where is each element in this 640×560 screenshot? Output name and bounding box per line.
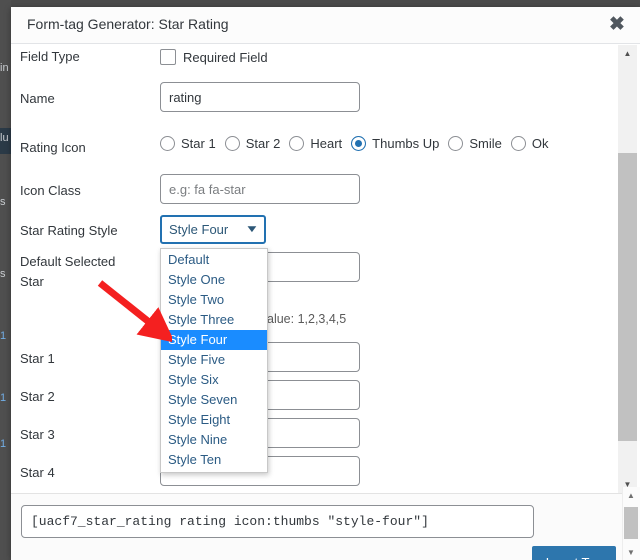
style-option-style-one[interactable]: Style One bbox=[161, 270, 267, 290]
star-rating-style-listbox[interactable]: Default Style One Style Two Style Three Styl… bbox=[160, 248, 268, 473]
admin-menu-text-fragment: 1 bbox=[0, 330, 7, 342]
page-scroll-up-arrow-icon[interactable]: ▲ bbox=[623, 487, 639, 503]
rating-icon-radio-label: Ok bbox=[531, 136, 549, 151]
rating-icon-radio-label: Star 2 bbox=[245, 136, 281, 151]
rating-icon-radio-star-1[interactable]: Star 1 bbox=[160, 136, 216, 151]
star-rating-style-select[interactable]: Style Four ▼ bbox=[160, 215, 266, 244]
page-title: Form-tag Generator: Star Rating bbox=[27, 16, 229, 32]
default-selected-star-label-line2: Star bbox=[20, 274, 44, 289]
required-field-checkbox[interactable]: Required Field bbox=[160, 49, 268, 65]
style-option-style-seven[interactable]: Style Seven bbox=[161, 390, 267, 410]
page-scrollbar-thumb[interactable] bbox=[624, 507, 638, 539]
style-option-style-nine[interactable]: Style Nine bbox=[161, 430, 267, 450]
rating-icon-radio-ok[interactable]: Ok bbox=[510, 136, 549, 151]
rating-icon-radio-thumbs-up[interactable]: Thumbs Up bbox=[351, 136, 439, 151]
required-field-label: Required Field bbox=[183, 49, 268, 65]
modal-form-body: Field Type Required Field Name Rating Ic… bbox=[11, 44, 640, 494]
rating-icon-radio-label: Star 1 bbox=[181, 136, 216, 151]
rating-icon-label: Rating Icon bbox=[20, 140, 86, 155]
checkbox-box[interactable] bbox=[160, 49, 176, 65]
form-tag-generator-modal: Form-tag Generator: Star Rating ✖ Field … bbox=[11, 7, 640, 560]
style-option-style-three[interactable]: Style Three bbox=[161, 310, 267, 330]
page-scroll-down-arrow-icon[interactable]: ▼ bbox=[623, 544, 639, 560]
rating-icon-radio-label: Heart bbox=[310, 136, 343, 151]
rating-icon-radio-star-2[interactable]: Star 2 bbox=[224, 136, 281, 151]
style-option-style-eight[interactable]: Style Eight bbox=[161, 410, 267, 430]
admin-menu-text-fragment: lu bbox=[0, 132, 9, 144]
default-selected-star-label-line1: Default Selected bbox=[20, 254, 116, 269]
modal-header: Form-tag Generator: Star Rating ✖ bbox=[11, 7, 640, 44]
icon-class-input[interactable] bbox=[160, 174, 360, 204]
style-option-style-ten[interactable]: Style Ten bbox=[161, 450, 267, 470]
close-icon[interactable]: ✖ bbox=[600, 9, 634, 41]
style-option-style-two[interactable]: Style Two bbox=[161, 290, 267, 310]
rating-icon-radio-label: Thumbs Up bbox=[372, 136, 440, 151]
rating-icon-radio-heart[interactable]: Heart bbox=[289, 136, 342, 151]
radio-unchecked-icon[interactable] bbox=[510, 136, 526, 151]
style-option-style-four[interactable]: Style Four bbox=[161, 330, 267, 350]
admin-menu-text-fragment: 1 bbox=[0, 438, 7, 450]
radio-unchecked-icon[interactable] bbox=[289, 136, 305, 151]
admin-menu-text-fragment: in bbox=[0, 62, 9, 74]
default-selected-star-label: Default Selected Star bbox=[20, 252, 150, 292]
name-input[interactable] bbox=[160, 82, 360, 112]
insert-tag-button[interactable]: Insert Tag bbox=[532, 546, 616, 560]
radio-unchecked-icon[interactable] bbox=[160, 136, 175, 151]
star-rating-style-label: Star Rating Style bbox=[20, 223, 118, 238]
star-3-label: Star 3 bbox=[20, 427, 55, 442]
page-scrollbar[interactable]: ▲ ▼ bbox=[622, 487, 640, 560]
rating-icon-radio-label: Smile bbox=[469, 136, 502, 151]
style-option-default[interactable]: Default bbox=[161, 250, 267, 270]
modal-footer: Insert Tag bbox=[11, 493, 640, 560]
icon-class-label: Icon Class bbox=[20, 183, 81, 198]
shortcode-input[interactable] bbox=[21, 505, 534, 538]
admin-sidebar-sliver bbox=[0, 0, 11, 560]
rating-icon-radio-smile[interactable]: Smile bbox=[448, 136, 502, 151]
star-rating-style-value: Style Four bbox=[169, 222, 229, 237]
star-2-label: Star 2 bbox=[20, 389, 55, 404]
style-option-style-five[interactable]: Style Five bbox=[161, 350, 267, 370]
field-type-label: Field Type bbox=[20, 49, 80, 64]
rating-icon-radio-group[interactable]: Star 1 Star 2 Heart Thumbs Up Smile Ok bbox=[160, 136, 558, 151]
scrollbar-thumb[interactable] bbox=[618, 153, 637, 441]
radio-unchecked-icon[interactable] bbox=[224, 136, 240, 151]
radio-unchecked-icon[interactable] bbox=[448, 136, 464, 151]
admin-menu-text-fragment: 1 bbox=[0, 392, 7, 404]
name-label: Name bbox=[20, 91, 55, 106]
style-option-style-six[interactable]: Style Six bbox=[161, 370, 267, 390]
star-4-label: Star 4 bbox=[20, 465, 55, 480]
form-scrollbar[interactable]: ▲ ▼ bbox=[618, 45, 637, 493]
radio-checked-icon[interactable] bbox=[351, 136, 367, 151]
scroll-up-arrow-icon[interactable]: ▲ bbox=[618, 45, 637, 62]
admin-menu-text-fragment: s bbox=[0, 196, 6, 208]
admin-menu-text-fragment: s bbox=[0, 268, 6, 280]
chevron-down-icon: ▼ bbox=[244, 224, 260, 235]
star-1-label: Star 1 bbox=[20, 351, 55, 366]
